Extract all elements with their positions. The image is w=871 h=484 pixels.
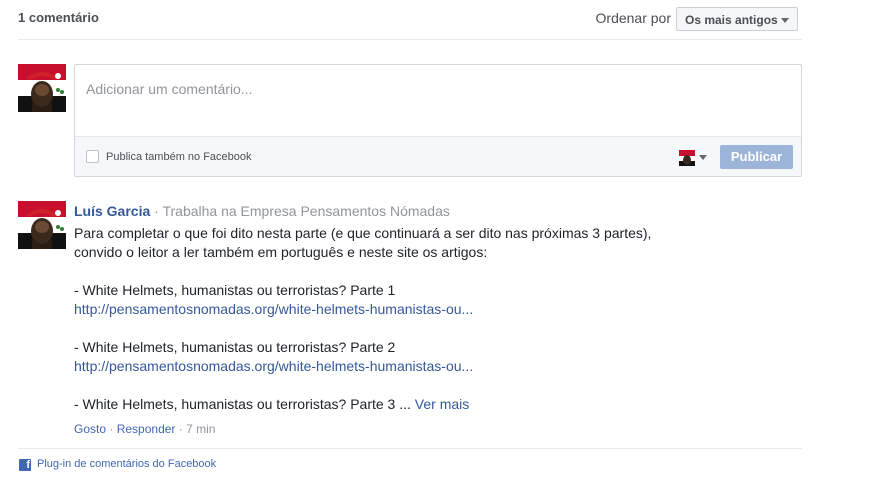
comment-timestamp[interactable]: 7 min bbox=[186, 422, 215, 436]
mini-avatar-image bbox=[679, 150, 695, 166]
comment-actions: Gosto · Responder · 7 min bbox=[74, 421, 774, 437]
composer-footer: Publica também no Facebook Publicar bbox=[75, 136, 801, 176]
plugin-footer: f Plug-in de comentários do Facebook bbox=[18, 448, 802, 484]
comment-text-line: Para completar o que foi dito nesta part… bbox=[74, 225, 652, 241]
article-title: - White Helmets, humanistas ou terrorist… bbox=[74, 339, 396, 355]
comment-author-avatar[interactable] bbox=[18, 201, 66, 249]
comment-body: Para completar o que foi dito nesta part… bbox=[74, 224, 774, 414]
order-selected-value: Os mais antigos bbox=[685, 13, 778, 27]
comments-header: 1 comentário Ordenar por Os mais antigos bbox=[18, 0, 802, 40]
avatar-image bbox=[18, 64, 66, 112]
article-title-truncated: - White Helmets, humanistas ou terrorist… bbox=[74, 395, 774, 414]
order-select[interactable]: Os mais antigos bbox=[676, 7, 798, 31]
comment: Luís Garcia · Trabalha na Empresa Pensam… bbox=[74, 202, 774, 437]
identity-avatar-icon[interactable] bbox=[679, 150, 695, 166]
chevron-down-icon bbox=[781, 18, 789, 23]
publish-button[interactable]: Publicar bbox=[720, 145, 793, 169]
comment-count: 1 comentário bbox=[18, 10, 99, 25]
article-title: - White Helmets, humanistas ou terrorist… bbox=[74, 396, 396, 412]
comment-text-line: convido o leitor a ler também em portugu… bbox=[74, 244, 488, 260]
like-link[interactable]: Gosto bbox=[74, 422, 106, 436]
comment-composer: Publica também no Facebook Publicar bbox=[74, 64, 802, 177]
comment-input[interactable] bbox=[75, 65, 801, 136]
share-on-facebook-label[interactable]: Publica também no Facebook bbox=[106, 151, 252, 163]
article-title: - White Helmets, humanistas ou terrorist… bbox=[74, 282, 396, 298]
author-work: Trabalha na Empresa Pensamentos Nómadas bbox=[162, 203, 450, 219]
comment-meta: Luís Garcia · Trabalha na Empresa Pensam… bbox=[74, 202, 774, 220]
action-separator: · bbox=[178, 422, 187, 436]
order-label: Ordenar por bbox=[595, 10, 671, 26]
avatar-image bbox=[18, 201, 66, 249]
article-link[interactable]: http://pensamentosnomadas.org/white-helm… bbox=[74, 301, 473, 317]
see-more-link[interactable]: Ver mais bbox=[415, 396, 469, 412]
article-link[interactable]: http://pensamentosnomadas.org/white-helm… bbox=[74, 358, 473, 374]
reply-link[interactable]: Responder bbox=[117, 422, 176, 436]
identity-chevron-down-icon[interactable] bbox=[699, 155, 707, 160]
comment-author-link[interactable]: Luís Garcia bbox=[74, 203, 150, 219]
action-separator: · bbox=[109, 422, 117, 436]
facebook-icon: f bbox=[19, 459, 31, 471]
share-on-facebook-checkbox[interactable] bbox=[86, 150, 99, 163]
ellipsis: ... bbox=[395, 396, 415, 412]
composer-avatar[interactable] bbox=[18, 64, 66, 112]
facebook-plugin-link[interactable]: Plug-in de comentários do Facebook bbox=[37, 458, 216, 470]
meta-separator: · bbox=[154, 203, 159, 219]
